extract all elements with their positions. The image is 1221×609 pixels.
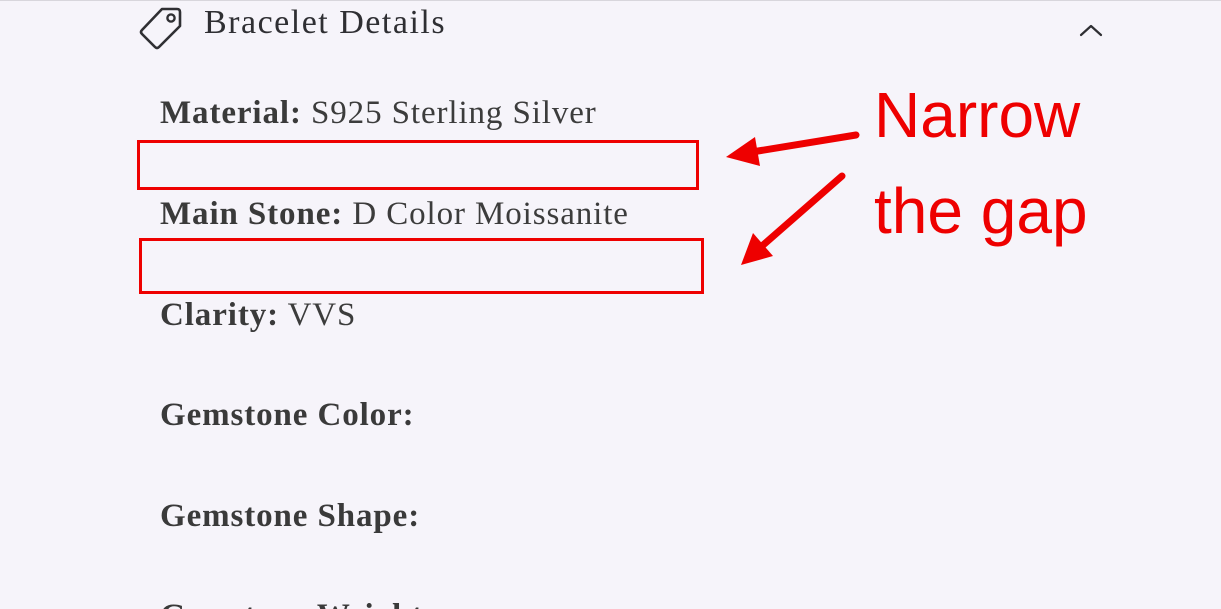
detail-value: VVS [287,297,357,333]
chevron-up-icon[interactable] [1078,22,1104,38]
detail-row-gemstone-weight: Gemstone Weight: [160,598,435,609]
tag-icon [139,7,182,50]
detail-row-gemstone-color: Gemstone Color: [160,397,415,434]
detail-label: Gemstone Shape: [160,498,421,534]
detail-label: Clarity: [160,297,279,333]
detail-label: Gemstone Color: [160,397,415,433]
detail-row-main-stone: Main Stone: D Color Moissanite [160,196,629,233]
arrow-line [748,131,860,156]
detail-value: S925 Sterling Silver [311,95,597,131]
detail-row-clarity: Clarity: VVS [160,297,356,334]
detail-row-gemstone-shape: Gemstone Shape: [160,498,420,535]
detail-label: Material: [160,95,302,131]
arrow-head [741,233,773,265]
bracelet-details-accordion-header[interactable]: Bracelet Details [136,2,1116,52]
annotation-text-line2: the gap [874,175,1088,247]
annotation-text-line1: Narrow [874,79,1081,151]
arrow-head [726,137,760,166]
arrow-line [758,172,846,250]
accordion-title: Bracelet Details [204,4,447,41]
detail-row-material: Material: S925 Sterling Silver [160,95,597,132]
detail-label: Gemstone Weight: [160,598,435,609]
detail-value: D Color Moissanite [352,196,629,232]
gap-highlight-box [137,140,699,190]
gap-highlight-box [139,238,704,294]
detail-label: Main Stone: [160,196,344,232]
panel-top-border [0,0,1221,1]
